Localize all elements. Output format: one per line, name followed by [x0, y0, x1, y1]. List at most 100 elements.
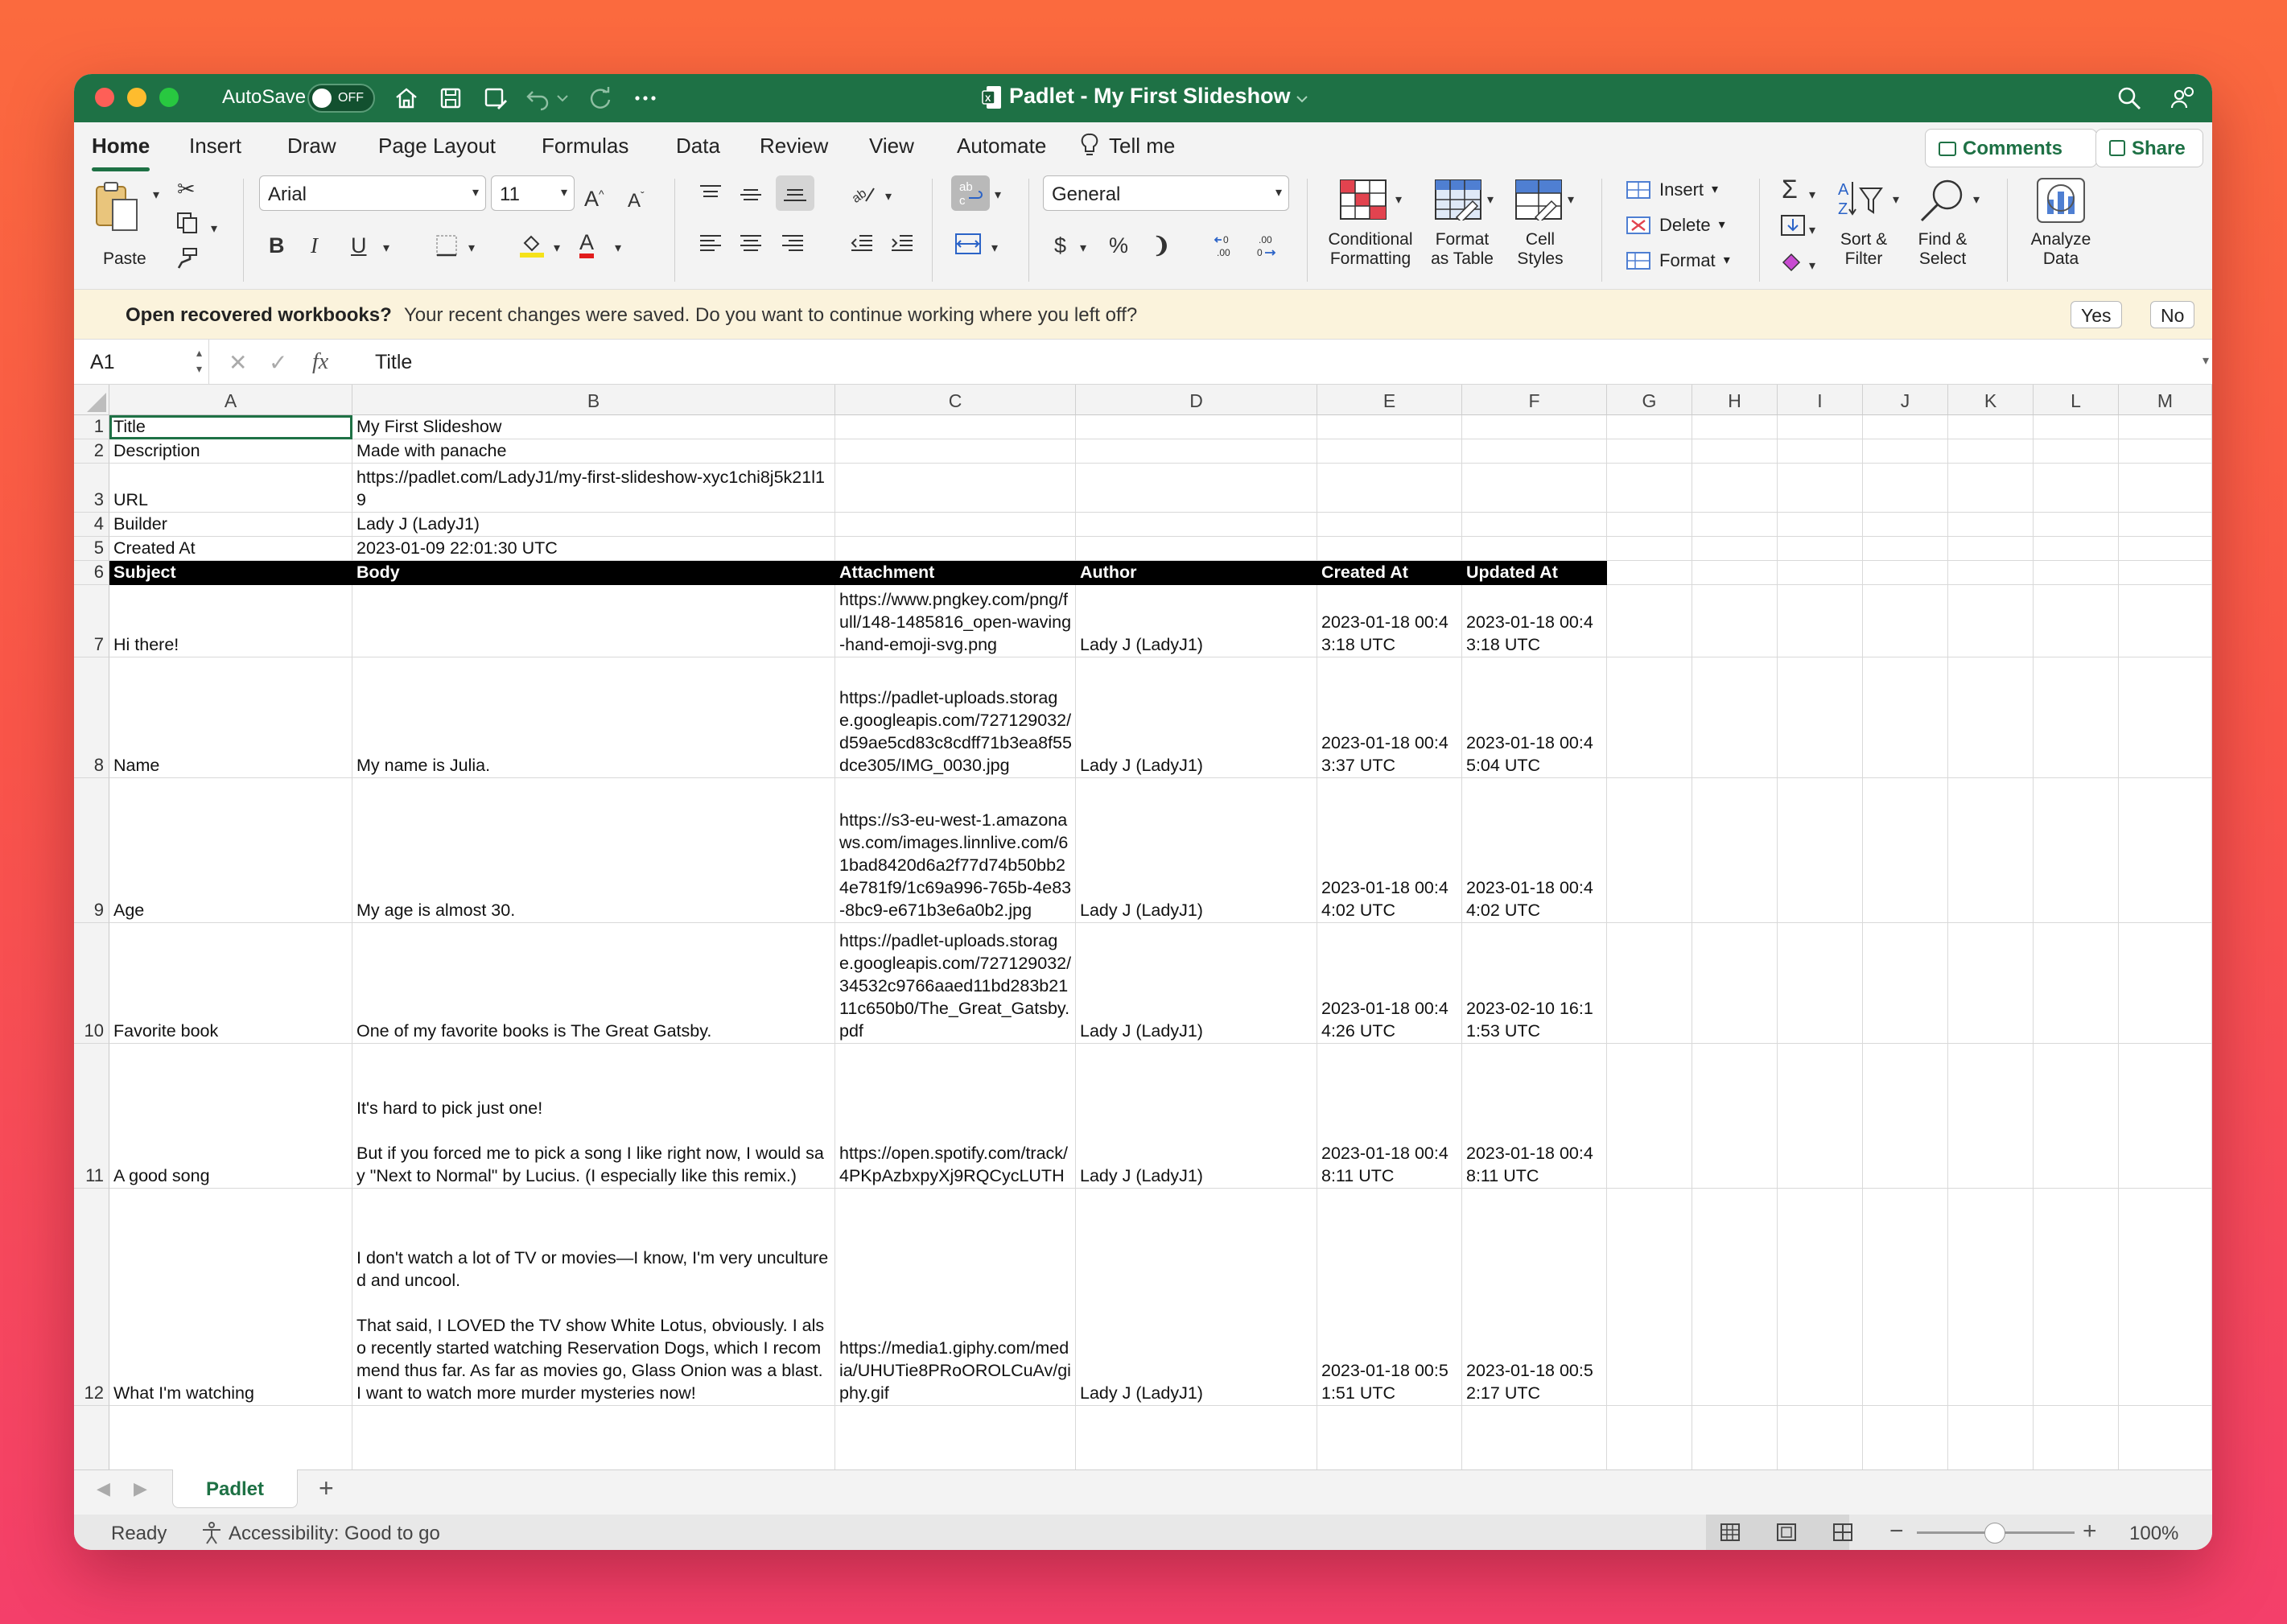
home-icon[interactable] [394, 85, 419, 111]
autosum-icon[interactable]: Σ [1782, 176, 1798, 202]
table-cell[interactable] [1863, 537, 1948, 561]
sheet-tab-padlet[interactable]: Padlet [172, 1469, 298, 1508]
tab-review[interactable]: Review [760, 134, 828, 159]
table-cell[interactable] [1778, 561, 1863, 585]
merge-dropdown-icon[interactable]: ▾ [991, 237, 998, 261]
autosave-toggle[interactable]: OFF [307, 84, 375, 113]
format-cells-button[interactable]: Format ▾ [1626, 249, 1730, 272]
table-cell[interactable] [1778, 464, 1863, 513]
table-cell[interactable]: Created At [109, 537, 352, 561]
underline-button[interactable]: U [351, 233, 367, 258]
borders-icon[interactable] [435, 233, 459, 258]
table-cell[interactable] [1462, 537, 1607, 561]
table-header-cell[interactable]: Author [1076, 561, 1317, 585]
account-icon[interactable] [2170, 85, 2195, 111]
find-select-dropdown-icon[interactable]: ▾ [1973, 188, 1980, 212]
table-cell[interactable] [2034, 1189, 2119, 1406]
clear-dropdown-icon[interactable]: ▾ [1809, 254, 1815, 278]
increase-decimal-icon[interactable]: 0.00 [1214, 233, 1241, 259]
table-cell[interactable] [1863, 585, 1948, 657]
wrap-text-button[interactable]: ab c [951, 175, 990, 211]
table-cell[interactable] [1076, 1406, 1317, 1469]
table-cell[interactable] [1607, 439, 1692, 464]
table-cell[interactable] [1607, 513, 1692, 537]
decrease-font-size-icon[interactable]: Aˇ [628, 183, 645, 213]
table-cell[interactable] [835, 439, 1076, 464]
name-box[interactable]: A1 ▴ ▾ [74, 340, 209, 385]
tab-formulas[interactable]: Formulas [542, 134, 628, 159]
clear-icon[interactable] [1780, 249, 1806, 272]
table-cell[interactable]: Lady J (LadyJ1) [1076, 585, 1317, 657]
table-cell[interactable]: Description [109, 439, 352, 464]
table-cell[interactable] [352, 1406, 835, 1469]
row-header[interactable]: 3 [74, 464, 109, 513]
table-cell[interactable] [2034, 657, 2119, 778]
table-cell[interactable] [1607, 778, 1692, 923]
table-cell[interactable] [2119, 1189, 2212, 1406]
minimize-window-button[interactable] [127, 88, 146, 107]
title-chevron-icon[interactable] [1294, 85, 1310, 111]
recovery-no-button[interactable]: No [2150, 301, 2195, 328]
table-cell[interactable] [352, 585, 835, 657]
table-cell[interactable] [2034, 537, 2119, 561]
row-header[interactable]: 8 [74, 657, 109, 778]
table-cell[interactable]: 2023-01-18 00:44:02 UTC [1462, 778, 1607, 923]
align-top-icon[interactable] [698, 183, 723, 203]
paste-icon[interactable] [95, 180, 143, 233]
table-cell[interactable]: One of my favorite books is The Great Ga… [352, 923, 835, 1044]
table-cell[interactable] [1607, 1406, 1692, 1469]
table-cell[interactable]: Made with panache [352, 439, 835, 464]
table-cell[interactable] [1692, 439, 1778, 464]
column-header-h[interactable]: H [1692, 385, 1778, 415]
row-header[interactable]: 6 [74, 561, 109, 585]
column-header-e[interactable]: E [1317, 385, 1462, 415]
table-cell[interactable] [2034, 561, 2119, 585]
table-cell[interactable]: Lady J (LadyJ1) [1076, 1189, 1317, 1406]
table-cell[interactable]: My name is Julia. [352, 657, 835, 778]
table-cell[interactable] [1462, 415, 1607, 439]
row-header[interactable]: 12 [74, 1189, 109, 1406]
table-cell[interactable]: A good song [109, 1044, 352, 1189]
table-cell[interactable] [835, 464, 1076, 513]
tab-automate[interactable]: Automate [957, 134, 1046, 159]
italic-button[interactable]: I [311, 233, 318, 258]
table-cell[interactable] [2034, 513, 2119, 537]
column-header-l[interactable]: L [2034, 385, 2119, 415]
table-cell[interactable] [2034, 464, 2119, 513]
table-cell[interactable] [1778, 585, 1863, 657]
table-cell[interactable] [2034, 778, 2119, 923]
table-cell[interactable]: 2023-01-18 00:51:51 UTC [1317, 1189, 1462, 1406]
table-cell[interactable] [1692, 513, 1778, 537]
table-cell[interactable] [1607, 561, 1692, 585]
fill-color-icon[interactable] [518, 232, 546, 259]
column-header-i[interactable]: I [1778, 385, 1863, 415]
column-header-c[interactable]: C [835, 385, 1076, 415]
table-cell[interactable]: Lady J (LadyJ1) [1076, 657, 1317, 778]
select-all-corner[interactable] [74, 385, 109, 415]
save-as-icon[interactable] [483, 85, 509, 111]
borders-dropdown-icon[interactable]: ▾ [468, 237, 475, 261]
table-cell[interactable] [1778, 513, 1863, 537]
fill-dropdown-icon[interactable]: ▾ [1809, 219, 1815, 243]
table-cell[interactable] [2119, 923, 2212, 1044]
table-cell[interactable]: My First Slideshow [352, 415, 835, 439]
table-cell[interactable] [2119, 439, 2212, 464]
table-cell[interactable] [1948, 513, 2034, 537]
table-cell[interactable]: https://www.pngkey.com/png/full/148-1485… [835, 585, 1076, 657]
font-name-select[interactable]: Arial ▾ [259, 175, 486, 211]
table-cell[interactable]: 2023-02-10 16:11:53 UTC [1462, 923, 1607, 1044]
table-cell[interactable]: https://s3-eu-west-1.amazonaws.com/image… [835, 778, 1076, 923]
table-header-cell[interactable]: Subject [109, 561, 352, 585]
row-header[interactable]: 5 [74, 537, 109, 561]
table-cell[interactable] [1948, 1189, 2034, 1406]
table-cell[interactable]: 2023-01-18 00:45:04 UTC [1462, 657, 1607, 778]
normal-view-icon[interactable] [1719, 1521, 1741, 1544]
table-cell[interactable] [1076, 415, 1317, 439]
format-as-table-icon[interactable] [1434, 179, 1482, 221]
page-break-view-icon[interactable] [1832, 1521, 1854, 1544]
table-cell[interactable] [2119, 415, 2212, 439]
row-header[interactable]: 7 [74, 585, 109, 657]
table-cell[interactable] [1863, 561, 1948, 585]
table-cell[interactable]: Lady J (LadyJ1) [1076, 1044, 1317, 1189]
align-center-icon[interactable] [739, 233, 763, 254]
